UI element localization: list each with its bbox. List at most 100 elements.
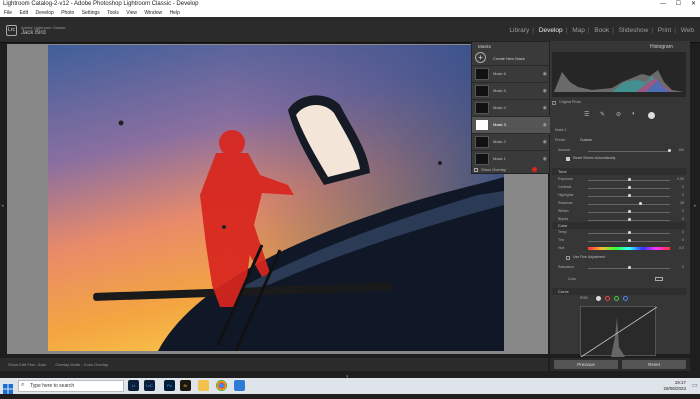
original-photo-checkbox[interactable] <box>552 101 556 105</box>
eye-icon[interactable]: ◉ <box>543 139 547 145</box>
slider-knob[interactable] <box>627 178 631 181</box>
slider-knob[interactable] <box>627 210 631 213</box>
curve-blue-icon[interactable] <box>623 296 628 301</box>
menu-edit[interactable]: Edit <box>19 10 28 16</box>
notifications-icon[interactable]: ▭ <box>692 382 698 389</box>
slider-value[interactable]: 0.0 <box>679 246 684 250</box>
slider-knob[interactable] <box>627 239 631 242</box>
color-slider[interactable]: Temp 0 <box>558 230 686 236</box>
previous-button[interactable]: Previous <box>554 360 618 369</box>
tone-slider[interactable]: Exposure 0.00 <box>558 177 686 183</box>
mask-row[interactable]: Mask 6 ◉ <box>472 65 551 82</box>
show-edit-pins-control[interactable]: Show Edit Pins : Auto <box>8 362 46 367</box>
slider-value[interactable]: 0 <box>682 217 684 221</box>
reset-button[interactable]: Reset <box>622 360 686 369</box>
eye-icon[interactable]: ◉ <box>543 88 547 94</box>
taskbar-clock[interactable]: 19:17 29/08/2023 <box>663 380 686 392</box>
saturation-knob[interactable] <box>628 266 631 269</box>
curve-green-icon[interactable] <box>614 296 619 301</box>
file-explorer-icon[interactable] <box>198 380 209 391</box>
slider-knob[interactable] <box>627 231 631 234</box>
menu-help[interactable]: Help <box>170 10 180 16</box>
slider-value[interactable]: 0 <box>682 209 684 213</box>
taskbar-app-bridge[interactable]: Br <box>180 380 191 391</box>
module-map[interactable]: Map <box>572 27 585 34</box>
photo-preview[interactable] <box>48 45 504 351</box>
create-new-mask-button[interactable]: Create New Mask <box>493 56 525 61</box>
tone-section-header[interactable]: Tone <box>552 168 686 175</box>
module-library[interactable]: Library <box>509 27 529 34</box>
crop-tool-icon[interactable]: ☰ <box>584 111 589 118</box>
slider-track[interactable] <box>588 203 670 205</box>
eye-icon[interactable]: ◉ <box>543 71 547 77</box>
module-slideshow[interactable]: Slideshow <box>619 27 649 34</box>
color-swatch[interactable] <box>655 277 663 281</box>
overlay-mode-control[interactable]: Overlay Mode : Color Overlay <box>55 362 108 367</box>
slider-value[interactable]: 0 <box>682 238 684 242</box>
chrome-icon[interactable] <box>216 380 227 391</box>
tone-slider[interactable]: Highlights 0 <box>558 193 686 199</box>
slider-value[interactable]: 28 <box>680 201 684 205</box>
taskbar-app-lightroom-classic[interactable]: LrC <box>144 380 155 391</box>
menu-settings[interactable]: Settings <box>82 10 100 16</box>
healing-tool-icon[interactable]: ✎ <box>600 111 605 118</box>
add-mask-icon[interactable]: + <box>475 52 486 63</box>
overlay-color-swatch[interactable] <box>532 167 537 172</box>
amount-slider[interactable]: Amount 100 <box>558 148 686 154</box>
module-web[interactable]: Web <box>681 27 694 34</box>
amount-knob[interactable] <box>668 149 671 152</box>
amount-value[interactable]: 100 <box>678 148 684 152</box>
menu-tools[interactable]: Tools <box>107 10 119 16</box>
curve-rgb-icon[interactable] <box>596 296 601 301</box>
slider-knob[interactable] <box>627 218 631 221</box>
slider-value[interactable]: 0 <box>682 185 684 189</box>
eye-icon[interactable]: ◉ <box>543 122 547 128</box>
red-eye-tool-icon[interactable]: ⊘ <box>616 111 621 118</box>
slider-knob[interactable] <box>627 186 631 189</box>
fine-adjust-checkbox[interactable] <box>566 256 570 260</box>
menu-window[interactable]: Window <box>144 10 162 16</box>
module-book[interactable]: Book <box>594 27 609 34</box>
slider-knob[interactable] <box>627 194 631 197</box>
slider-knob[interactable] <box>638 202 642 205</box>
saturation-slider[interactable]: Saturation 0 <box>558 265 686 271</box>
photos-app-icon[interactable] <box>234 380 245 391</box>
slider-value[interactable]: 0 <box>682 230 684 234</box>
menu-file[interactable]: File <box>4 10 12 16</box>
curve-red-icon[interactable] <box>605 296 610 301</box>
tone-slider[interactable]: Whites 0 <box>558 209 686 215</box>
taskbar-app-photoshop[interactable]: Ps <box>164 380 175 391</box>
eye-icon[interactable]: ◉ <box>543 156 547 162</box>
maximize-button[interactable]: ☐ <box>676 0 681 9</box>
masking-active-icon[interactable] <box>648 112 655 119</box>
tone-curve-graph[interactable] <box>580 306 658 358</box>
right-panel-toggle-icon[interactable]: ▸ <box>694 203 697 209</box>
tone-slider[interactable]: Contrast 0 <box>558 185 686 191</box>
menu-view[interactable]: View <box>126 10 137 16</box>
windows-start-icon[interactable] <box>3 381 13 394</box>
tone-slider[interactable]: Shadows 28 <box>558 201 686 207</box>
histogram-header[interactable]: Histogram <box>650 44 673 50</box>
color-slider[interactable]: Tint 0 <box>558 238 686 244</box>
slider-value[interactable]: 0.00 <box>677 177 684 181</box>
eye-icon[interactable]: ◉ <box>543 105 547 111</box>
slider-value[interactable]: 0 <box>682 193 684 197</box>
amount-track[interactable] <box>588 150 670 152</box>
module-print[interactable]: Print <box>658 27 671 34</box>
color-section-header[interactable]: Color <box>552 222 686 229</box>
show-overlay-checkbox[interactable] <box>474 168 478 172</box>
mask-row[interactable]: Mask 5 ◉ <box>472 82 551 99</box>
minimize-button[interactable]: — <box>660 0 666 9</box>
masking-tool-icon[interactable]: ◐ <box>632 111 636 117</box>
mask-row[interactable]: Mask 2 ◉ <box>472 133 551 150</box>
taskbar-search-input[interactable]: Type here to search <box>18 380 124 392</box>
module-develop[interactable]: Develop <box>539 27 563 34</box>
curve-section-header[interactable]: Curve <box>552 288 686 295</box>
reset-sliders-checkbox[interactable] <box>566 157 570 161</box>
menu-develop[interactable]: Develop <box>35 10 53 16</box>
preset-dropdown[interactable]: Custom <box>580 138 592 142</box>
menu-photo[interactable]: Photo <box>61 10 74 16</box>
mask-row[interactable]: Mask 4 ◉ <box>472 99 551 116</box>
saturation-value[interactable]: 0 <box>682 265 684 269</box>
left-panel-toggle-icon[interactable]: ◂ <box>1 203 4 209</box>
